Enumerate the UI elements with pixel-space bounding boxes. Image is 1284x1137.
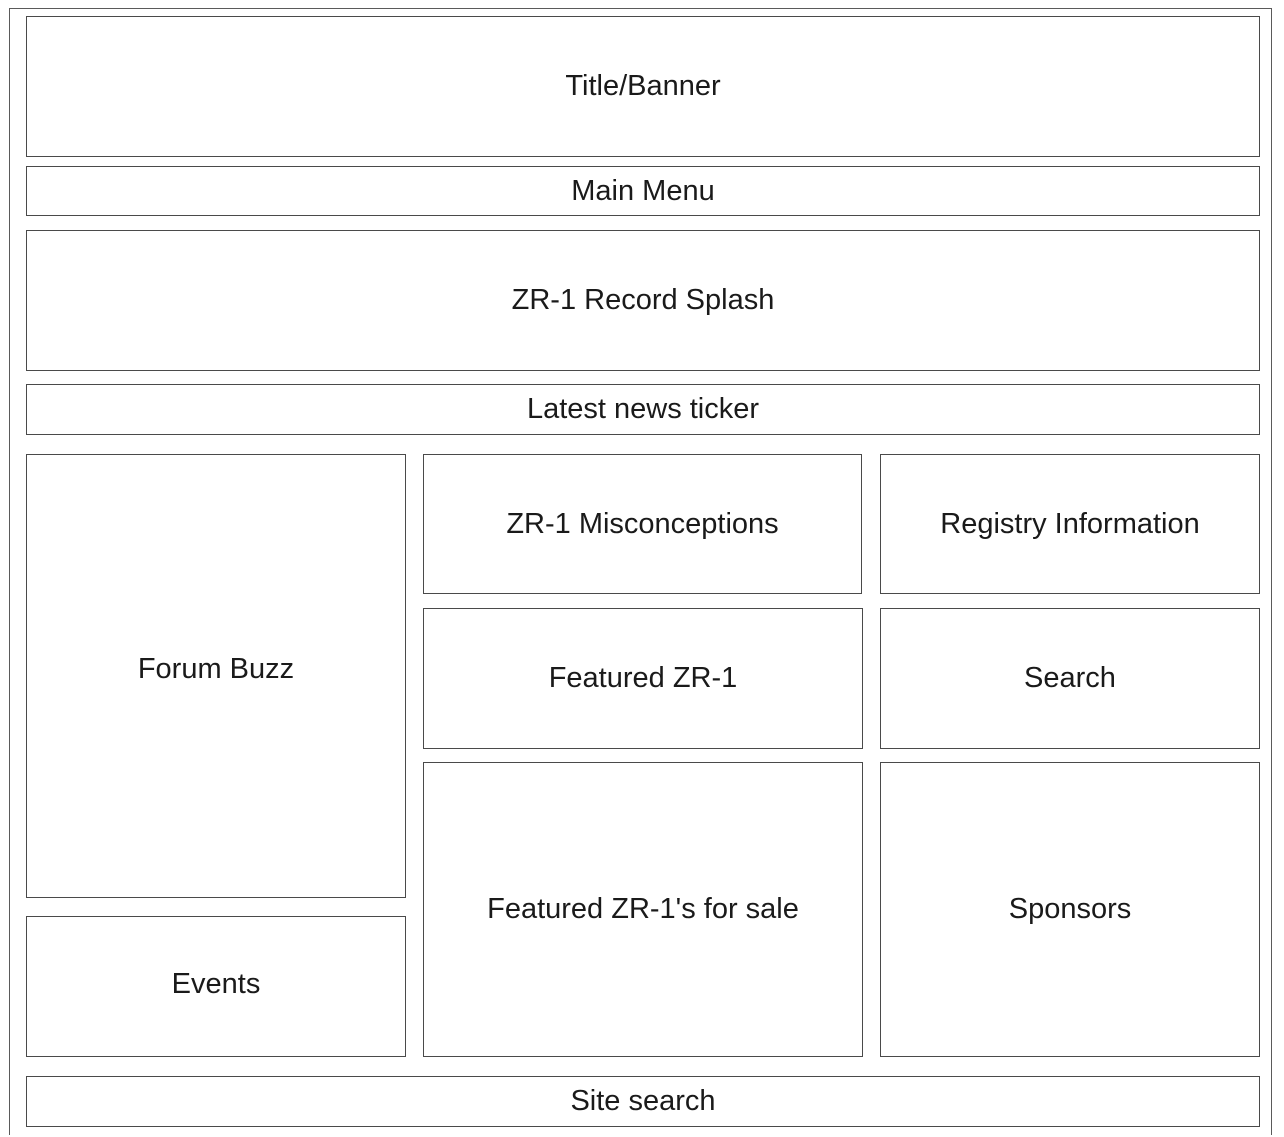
registry-information-label: Registry Information [940,507,1200,540]
sponsors-box: Sponsors [880,762,1260,1057]
title-banner-label: Title/Banner [565,70,721,102]
misconceptions-label: ZR-1 Misconceptions [506,507,779,540]
search-label: Search [1024,662,1116,694]
news-ticker-label: Latest news ticker [526,393,760,425]
forum-buzz-label: Forum Buzz [137,653,295,685]
title-banner-box: Title/Banner [26,16,1260,157]
featured-for-sale-box: Featured ZR-1's for sale [423,762,863,1057]
events-label: Events [171,968,261,1000]
news-ticker-box: Latest news ticker [26,384,1260,435]
misconceptions-box: ZR-1 Misconceptions [423,454,862,594]
record-splash-box: ZR-1 Record Splash [26,230,1260,371]
main-menu-label: Main Menu [571,174,715,207]
sponsors-label: Sponsors [1008,893,1132,925]
featured-zr1-box: Featured ZR-1 [423,608,863,749]
main-menu-box: Main Menu [26,166,1260,216]
site-search-box: Site search [26,1076,1260,1127]
events-box: Events [26,916,406,1057]
registry-information-box: Registry Information [880,454,1260,594]
search-box: Search [880,608,1260,749]
featured-for-sale-label: Featured ZR-1's for sale [487,893,799,925]
featured-zr1-label: Featured ZR-1 [548,662,738,694]
site-search-label: Site search [570,1085,716,1117]
record-splash-label: ZR-1 Record Splash [511,284,775,316]
forum-buzz-box: Forum Buzz [26,454,406,898]
